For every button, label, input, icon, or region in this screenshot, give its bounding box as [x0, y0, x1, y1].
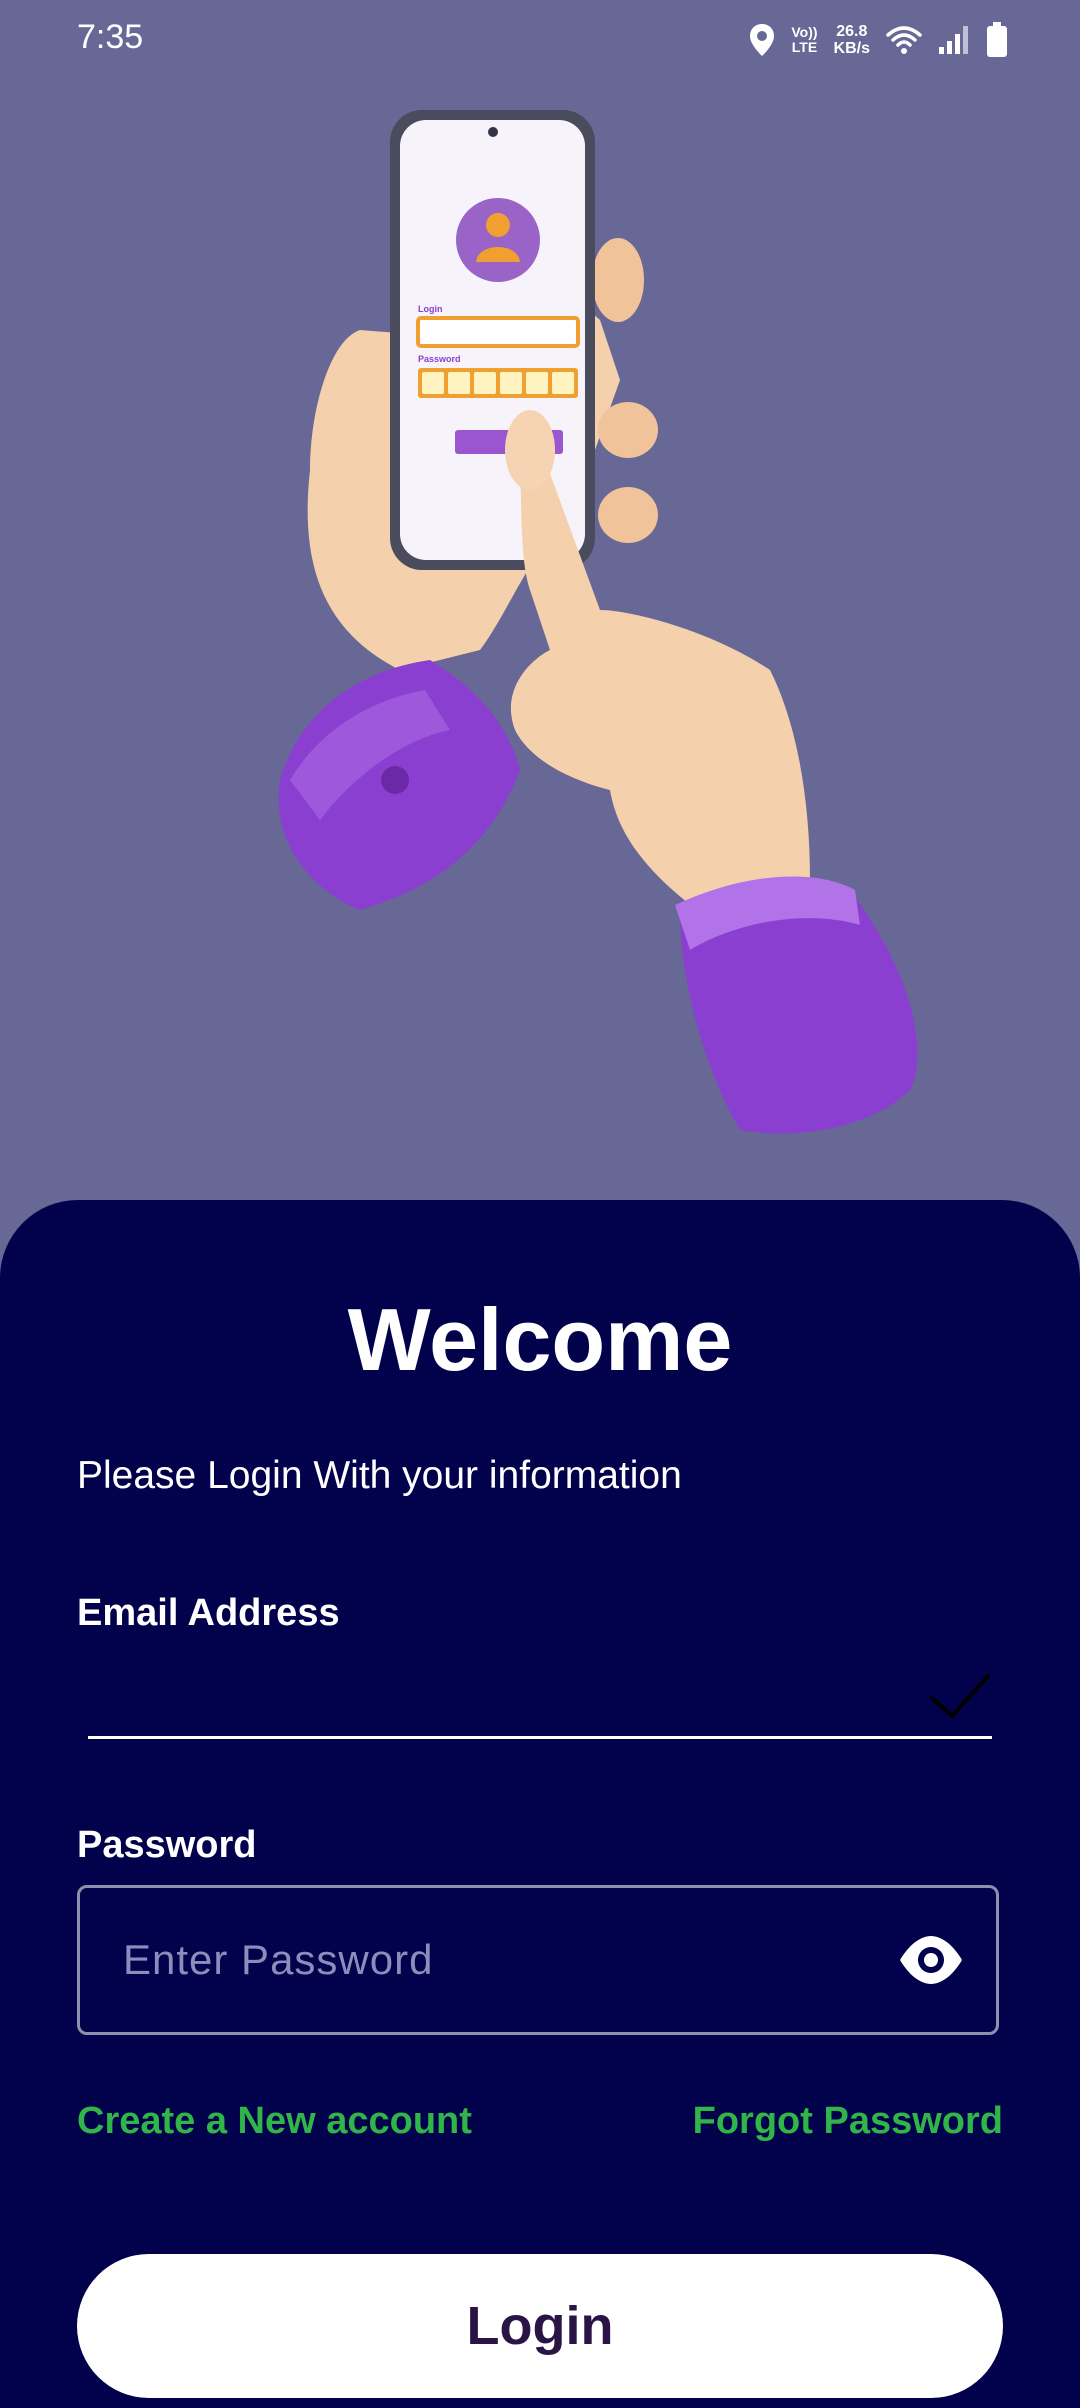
login-button[interactable]: Login: [77, 2254, 1003, 2398]
signal-icon: [939, 26, 968, 54]
volte-top-text: Vo)): [791, 24, 818, 40]
create-account-link[interactable]: Create a New account: [77, 2098, 472, 2144]
eye-icon[interactable]: [898, 1933, 964, 1987]
password-input[interactable]: [123, 1888, 883, 2032]
email-input[interactable]: [88, 1660, 908, 1736]
password-label: Password: [77, 1824, 257, 1866]
subtitle: Please Login With your information: [77, 1454, 682, 1497]
network-speed: 26.8 KB/s: [834, 23, 870, 57]
status-icons: Vo)) LTE 26.8 KB/s: [749, 18, 1008, 62]
email-underline: [88, 1736, 992, 1739]
phone-avatar: [456, 198, 540, 282]
check-icon: [930, 1674, 990, 1718]
email-label: Email Address: [77, 1592, 340, 1634]
password-field: [77, 1885, 999, 2035]
pointing-hand: [510, 449, 810, 920]
speed-value: 26.8: [836, 23, 868, 40]
status-time: 7:35: [77, 18, 144, 56]
hero-illustration: Login Password: [278, 110, 918, 1134]
volte-bottom-text: LTE: [791, 39, 818, 55]
email-field: [88, 1660, 992, 1739]
forgot-password-link[interactable]: Forgot Password: [693, 2098, 1003, 2144]
volte-icon: Vo)) LTE: [791, 25, 817, 55]
wifi-icon: [886, 26, 922, 54]
speed-unit: KB/s: [833, 40, 870, 57]
location-icon: [750, 24, 775, 56]
welcome-title: Welcome: [347, 1290, 733, 1389]
phone-login-label: Login: [418, 304, 443, 314]
phone-password-label: Password: [418, 354, 461, 364]
status-bar: 7:35 Vo)) LTE 26.8 KB/s: [0, 0, 1080, 80]
battery-icon: [987, 22, 1007, 57]
